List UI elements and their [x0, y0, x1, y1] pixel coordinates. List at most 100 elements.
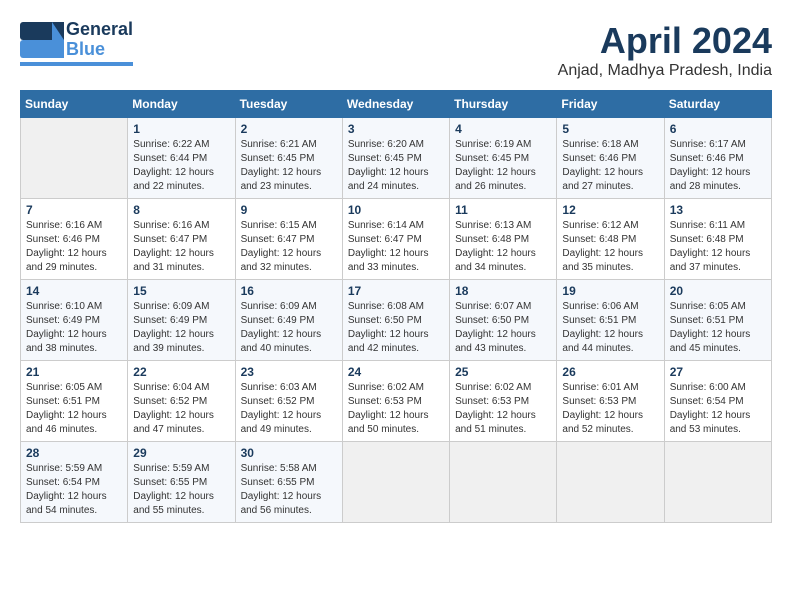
calendar-cell: 23 Sunrise: 6:03 AM Sunset: 6:52 PM Dayli…: [235, 361, 342, 442]
calendar-cell: 7 Sunrise: 6:16 AM Sunset: 6:46 PM Daylig…: [21, 199, 128, 280]
logo-general-text: General: [66, 20, 133, 40]
day-info: Sunrise: 6:05 AM Sunset: 6:51 PM Dayligh…: [670, 300, 766, 356]
day-number: 1: [133, 122, 229, 136]
header-row: SundayMondayTuesdayWednesdayThursdayFrid…: [21, 91, 772, 118]
day-number: 4: [455, 122, 551, 136]
calendar-cell: 19 Sunrise: 6:06 AM Sunset: 6:51 PM Dayli…: [557, 280, 664, 361]
week-row-3: 21 Sunrise: 6:05 AM Sunset: 6:51 PM Dayli…: [21, 361, 772, 442]
day-number: 29: [133, 446, 229, 460]
calendar-cell: [342, 442, 449, 523]
day-number: 19: [562, 284, 658, 298]
calendar-cell: 5 Sunrise: 6:18 AM Sunset: 6:46 PM Daylig…: [557, 118, 664, 199]
day-number: 2: [241, 122, 337, 136]
day-info: Sunrise: 6:14 AM Sunset: 6:47 PM Dayligh…: [348, 219, 444, 275]
calendar-cell: 25Sunrise: 6:02 AM Sunset: 6:53 PM Dayli…: [450, 361, 557, 442]
calendar-cell: 11 Sunrise: 6:13 AM Sunset: 6:48 PM Dayli…: [450, 199, 557, 280]
day-number: 27: [670, 365, 766, 379]
day-info: Sunrise: 6:06 AM Sunset: 6:51 PM Dayligh…: [562, 300, 658, 356]
calendar-cell: 10 Sunrise: 6:14 AM Sunset: 6:47 PM Dayli…: [342, 199, 449, 280]
day-info: Sunrise: 6:20 AM Sunset: 6:45 PM Dayligh…: [348, 138, 444, 194]
day-number: 21: [26, 365, 122, 379]
calendar-cell: 3Sunrise: 6:20 AM Sunset: 6:45 PM Daylig…: [342, 118, 449, 199]
calendar-cell: 29 Sunrise: 5:59 AM Sunset: 6:55 PM Dayli…: [128, 442, 235, 523]
weekday-header-wednesday: Wednesday: [342, 91, 449, 118]
calendar-cell: 2Sunrise: 6:21 AM Sunset: 6:45 PM Daylig…: [235, 118, 342, 199]
day-number: 26: [562, 365, 658, 379]
day-info: Sunrise: 6:19 AM Sunset: 6:45 PM Dayligh…: [455, 138, 551, 194]
logo-bar: [20, 62, 133, 66]
calendar-cell: 27 Sunrise: 6:00 AM Sunset: 6:54 PM Dayli…: [664, 361, 771, 442]
calendar-cell: 9Sunrise: 6:15 AM Sunset: 6:47 PM Daylig…: [235, 199, 342, 280]
day-info: Sunrise: 5:59 AM Sunset: 6:55 PM Dayligh…: [133, 462, 229, 518]
day-number: 16: [241, 284, 337, 298]
calendar-cell: 20 Sunrise: 6:05 AM Sunset: 6:51 PM Dayli…: [664, 280, 771, 361]
day-info: Sunrise: 6:02 AM Sunset: 6:53 PM Dayligh…: [455, 381, 551, 437]
page-header: General Blue April 2024 Anjad, Madhya Pr…: [20, 20, 772, 80]
weekday-header-tuesday: Tuesday: [235, 91, 342, 118]
week-row-0: 1Sunrise: 6:22 AM Sunset: 6:44 PM Daylig…: [21, 118, 772, 199]
day-info: Sunrise: 6:12 AM Sunset: 6:48 PM Dayligh…: [562, 219, 658, 275]
day-info: Sunrise: 6:01 AM Sunset: 6:53 PM Dayligh…: [562, 381, 658, 437]
weekday-header-sunday: Sunday: [21, 91, 128, 118]
day-number: 17: [348, 284, 444, 298]
day-info: Sunrise: 6:18 AM Sunset: 6:46 PM Dayligh…: [562, 138, 658, 194]
day-number: 15: [133, 284, 229, 298]
day-info: Sunrise: 5:58 AM Sunset: 6:55 PM Dayligh…: [241, 462, 337, 518]
calendar-header: SundayMondayTuesdayWednesdayThursdayFrid…: [21, 91, 772, 118]
logo-blue-text: Blue: [66, 40, 133, 60]
calendar-cell: 1Sunrise: 6:22 AM Sunset: 6:44 PM Daylig…: [128, 118, 235, 199]
day-info: Sunrise: 6:16 AM Sunset: 6:46 PM Dayligh…: [26, 219, 122, 275]
month-title: April 2024: [558, 20, 772, 62]
calendar-cell: 28 Sunrise: 5:59 AM Sunset: 6:54 PM Dayli…: [21, 442, 128, 523]
calendar-cell: [557, 442, 664, 523]
day-number: 18: [455, 284, 551, 298]
day-info: Sunrise: 6:04 AM Sunset: 6:52 PM Dayligh…: [133, 381, 229, 437]
calendar-cell: 22Sunrise: 6:04 AM Sunset: 6:52 PM Dayli…: [128, 361, 235, 442]
calendar-cell: 15 Sunrise: 6:09 AM Sunset: 6:49 PM Dayli…: [128, 280, 235, 361]
day-info: Sunrise: 6:08 AM Sunset: 6:50 PM Dayligh…: [348, 300, 444, 356]
calendar-table: SundayMondayTuesdayWednesdayThursdayFrid…: [20, 90, 772, 523]
weekday-header-saturday: Saturday: [664, 91, 771, 118]
calendar-cell: 24Sunrise: 6:02 AM Sunset: 6:53 PM Dayli…: [342, 361, 449, 442]
day-number: 30: [241, 446, 337, 460]
calendar-cell: 8 Sunrise: 6:16 AM Sunset: 6:47 PM Daylig…: [128, 199, 235, 280]
week-row-1: 7 Sunrise: 6:16 AM Sunset: 6:46 PM Daylig…: [21, 199, 772, 280]
logo: General Blue: [20, 20, 133, 66]
day-number: 28: [26, 446, 122, 460]
day-number: 10: [348, 203, 444, 217]
day-info: Sunrise: 6:10 AM Sunset: 6:49 PM Dayligh…: [26, 300, 122, 356]
day-info: Sunrise: 6:03 AM Sunset: 6:52 PM Dayligh…: [241, 381, 337, 437]
calendar-cell: [450, 442, 557, 523]
day-number: 14: [26, 284, 122, 298]
calendar-cell: 30 Sunrise: 5:58 AM Sunset: 6:55 PM Dayli…: [235, 442, 342, 523]
day-info: Sunrise: 6:11 AM Sunset: 6:48 PM Dayligh…: [670, 219, 766, 275]
logo-icon: [20, 22, 64, 58]
day-info: Sunrise: 6:13 AM Sunset: 6:48 PM Dayligh…: [455, 219, 551, 275]
calendar-cell: 17 Sunrise: 6:08 AM Sunset: 6:50 PM Dayli…: [342, 280, 449, 361]
calendar-cell: [21, 118, 128, 199]
day-number: 23: [241, 365, 337, 379]
day-number: 12: [562, 203, 658, 217]
day-info: Sunrise: 6:16 AM Sunset: 6:47 PM Dayligh…: [133, 219, 229, 275]
calendar-cell: 13Sunrise: 6:11 AM Sunset: 6:48 PM Dayli…: [664, 199, 771, 280]
day-number: 5: [562, 122, 658, 136]
day-number: 11: [455, 203, 551, 217]
week-row-4: 28 Sunrise: 5:59 AM Sunset: 6:54 PM Dayli…: [21, 442, 772, 523]
day-info: Sunrise: 6:02 AM Sunset: 6:53 PM Dayligh…: [348, 381, 444, 437]
week-row-2: 14 Sunrise: 6:10 AM Sunset: 6:49 PM Dayli…: [21, 280, 772, 361]
day-info: Sunrise: 6:05 AM Sunset: 6:51 PM Dayligh…: [26, 381, 122, 437]
day-info: Sunrise: 5:59 AM Sunset: 6:54 PM Dayligh…: [26, 462, 122, 518]
day-info: Sunrise: 6:09 AM Sunset: 6:49 PM Dayligh…: [133, 300, 229, 356]
calendar-body: 1Sunrise: 6:22 AM Sunset: 6:44 PM Daylig…: [21, 118, 772, 523]
day-info: Sunrise: 6:17 AM Sunset: 6:46 PM Dayligh…: [670, 138, 766, 194]
day-number: 8: [133, 203, 229, 217]
day-info: Sunrise: 6:00 AM Sunset: 6:54 PM Dayligh…: [670, 381, 766, 437]
calendar-cell: 21 Sunrise: 6:05 AM Sunset: 6:51 PM Dayli…: [21, 361, 128, 442]
day-info: Sunrise: 6:07 AM Sunset: 6:50 PM Dayligh…: [455, 300, 551, 356]
day-number: 20: [670, 284, 766, 298]
day-number: 7: [26, 203, 122, 217]
calendar-cell: 18 Sunrise: 6:07 AM Sunset: 6:50 PM Dayli…: [450, 280, 557, 361]
calendar-cell: 4 Sunrise: 6:19 AM Sunset: 6:45 PM Daylig…: [450, 118, 557, 199]
weekday-header-thursday: Thursday: [450, 91, 557, 118]
weekday-header-monday: Monday: [128, 91, 235, 118]
